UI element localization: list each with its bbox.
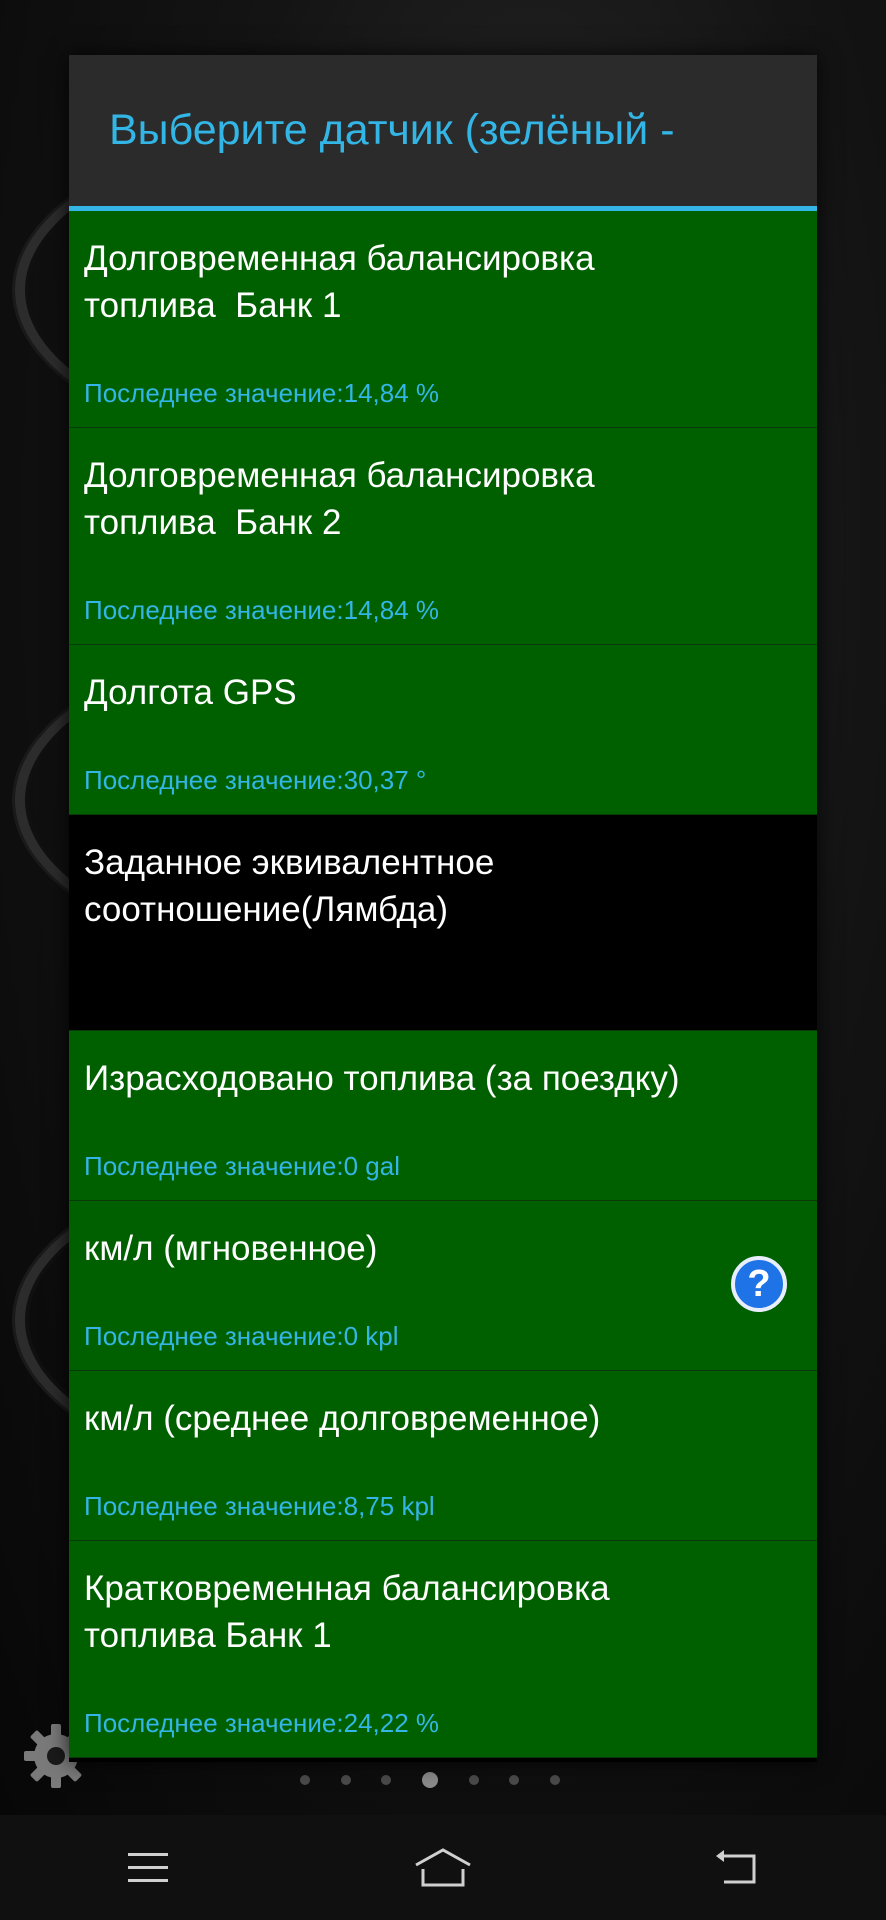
page-dot[interactable] bbox=[509, 1775, 520, 1785]
sensor-item-ltft-bank2[interactable]: Долговременная балансировка топлива Банк… bbox=[69, 428, 817, 645]
back-icon[interactable] bbox=[698, 1838, 778, 1898]
page-dot[interactable] bbox=[381, 1775, 392, 1785]
page-dot[interactable] bbox=[549, 1775, 560, 1785]
sensor-item-kml-instant[interactable]: км/л (мгновенное) Последнее значение:0 k… bbox=[69, 1201, 817, 1371]
sensor-name: Долговременная балансировка топлива Банк… bbox=[84, 239, 595, 325]
sensor-name: км/л (мгновенное) bbox=[84, 1229, 378, 1268]
sensor-name: Заданное эквивалентное соотношение(Лямбд… bbox=[84, 843, 495, 929]
sensor-last-value: Последнее значение:8,75 kpl bbox=[84, 1491, 435, 1521]
sensor-item-gps-longitude[interactable]: Долгота GPS Последнее значение:30,37 ° bbox=[69, 645, 817, 815]
sensor-name: км/л (среднее долговременное) bbox=[84, 1399, 601, 1438]
sensor-item-commanded-lambda[interactable]: Заданное эквивалентное соотношение(Лямбд… bbox=[69, 815, 817, 1031]
sensor-name: Долговременная балансировка топлива Банк… bbox=[84, 456, 595, 542]
sensor-item-kml-average[interactable]: км/л (среднее долговременное) Последнее … bbox=[69, 1371, 817, 1541]
dialog-header: Выберите датчик (зелёный - bbox=[69, 55, 817, 211]
page-dot[interactable] bbox=[300, 1775, 310, 1785]
sensor-item-stft-bank1[interactable]: Кратковременная балансировка топлива Бан… bbox=[69, 1541, 817, 1758]
page-dot[interactable] bbox=[340, 1775, 351, 1785]
sensor-name: Долгота GPS bbox=[84, 673, 297, 712]
sensor-name: Кратковременная балансировка топлива Бан… bbox=[84, 1569, 610, 1655]
sensor-name: Израсходовано топлива (за поездку) bbox=[84, 1059, 680, 1098]
page-dot-active[interactable] bbox=[421, 1772, 438, 1788]
page-dot[interactable] bbox=[468, 1775, 479, 1785]
sensor-last-value: Последнее значение:14,84 % bbox=[84, 595, 440, 625]
sensor-last-value: Последнее значение:30,37 ° bbox=[84, 765, 427, 795]
question-icon[interactable]: ? bbox=[731, 1256, 787, 1312]
menu-icon[interactable] bbox=[108, 1838, 188, 1898]
sensor-select-dialog: Выберите датчик (зелёный - Долговременна… bbox=[69, 55, 817, 1762]
dialog-title: Выберите датчик (зелёный - bbox=[109, 106, 675, 154]
sensor-item-fuel-used-trip[interactable]: Израсходовано топлива (за поездку) После… bbox=[69, 1031, 817, 1201]
sensor-last-value: Последнее значение:14,84 % bbox=[84, 378, 440, 408]
home-icon[interactable] bbox=[403, 1838, 483, 1898]
sensor-last-value: Последнее значение:24,22 % bbox=[84, 1708, 440, 1738]
page-indicator bbox=[300, 1770, 560, 1790]
sensor-last-value: Последнее значение:0 gal bbox=[84, 1151, 400, 1181]
system-nav-bar bbox=[0, 1815, 886, 1920]
sensor-item-ltft-bank1[interactable]: Долговременная балансировка топлива Банк… bbox=[69, 211, 817, 428]
sensor-last-value: Последнее значение:0 kpl bbox=[84, 1321, 399, 1351]
sensor-list[interactable]: Долговременная балансировка топлива Банк… bbox=[69, 211, 817, 1758]
